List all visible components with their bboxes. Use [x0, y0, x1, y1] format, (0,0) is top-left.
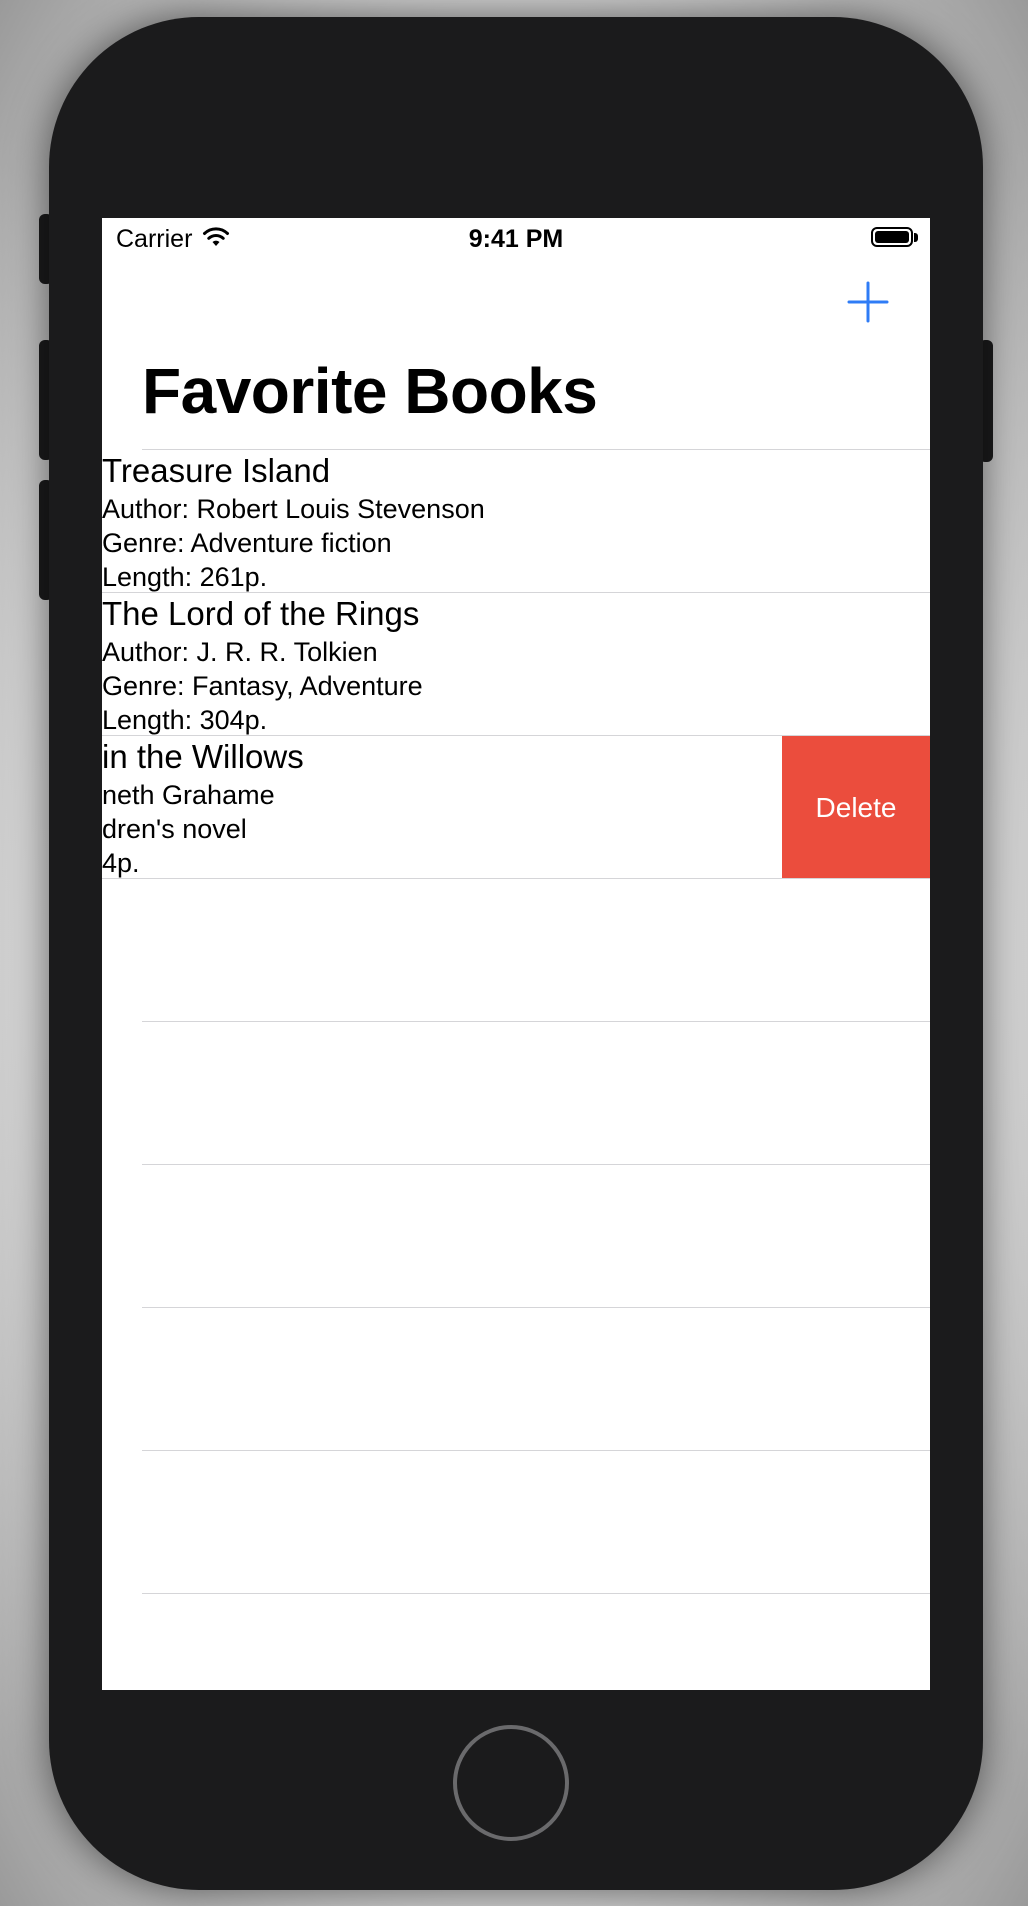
book-genre: Genre: Fantasy, Adventure [102, 671, 423, 701]
book-author: neth Grahame [102, 780, 275, 810]
book-title: The Lord of the Rings [102, 595, 420, 632]
book-length: Length: 304p. [102, 705, 268, 735]
list-item[interactable]: Treasure Island Author: Robert Louis Ste… [102, 450, 930, 593]
book-genre: Genre: Adventure fiction [102, 528, 392, 558]
page-title: Favorite Books [142, 355, 598, 427]
home-button[interactable] [453, 1725, 569, 1841]
list-item[interactable]: The Lord of the Rings Author: J. R. R. T… [102, 593, 930, 736]
book-genre: dren's novel [102, 814, 247, 844]
list-separator [142, 1021, 930, 1022]
book-length: 4p. [102, 848, 140, 878]
book-title: in the Willows [102, 738, 304, 775]
list-separator [102, 878, 930, 879]
battery-tip [914, 233, 918, 242]
add-book-button[interactable] [846, 280, 890, 324]
screen: Carrier 9:41 PM Favorite Books Treasure … [102, 218, 930, 1690]
list-separator [142, 1164, 930, 1165]
book-author: Author: Robert Louis Stevenson [102, 494, 485, 524]
delete-button[interactable]: Delete [782, 736, 930, 879]
book-title: Treasure Island [102, 452, 331, 489]
list-item-swiped[interactable]: in the Willows neth Grahame dren's novel… [102, 736, 930, 879]
status-bar: Carrier 9:41 PM [102, 218, 930, 258]
book-length: Length: 261p. [102, 562, 268, 592]
plus-icon [847, 281, 889, 323]
list-separator [142, 1450, 930, 1451]
battery-full-icon [871, 227, 913, 247]
list-separator [142, 1593, 930, 1594]
book-author: Author: J. R. R. Tolkien [102, 637, 378, 667]
clock: 9:41 PM [468, 225, 564, 253]
list-separator [142, 1307, 930, 1308]
